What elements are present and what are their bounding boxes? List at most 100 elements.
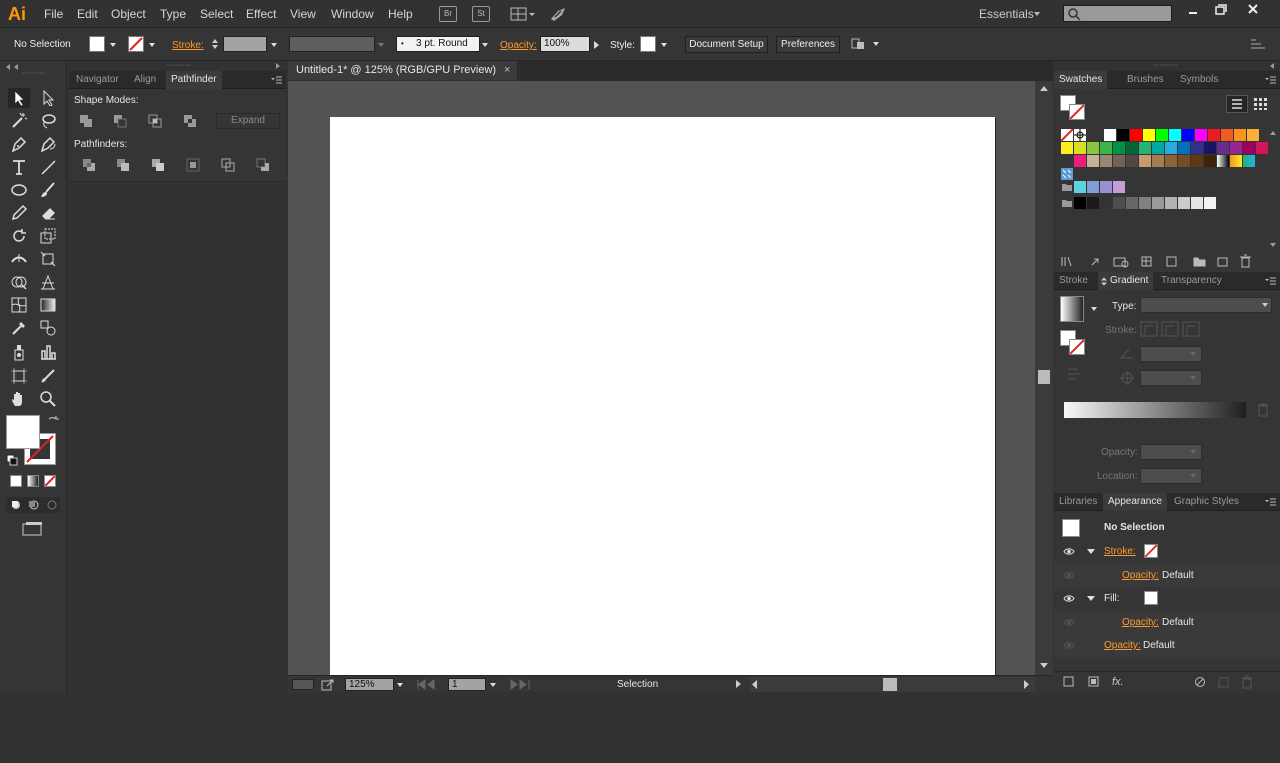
first-prev-artboard-icon[interactable] (416, 679, 446, 690)
swatch[interactable] (1139, 142, 1151, 154)
add-fill-icon[interactable] (1087, 675, 1101, 689)
menu-help[interactable]: Help (388, 7, 413, 21)
eye-icon[interactable] (1063, 547, 1075, 556)
disclosure-triangle-icon[interactable] (1087, 549, 1095, 554)
swatches-scrollbar[interactable] (1268, 129, 1278, 249)
curvature-tool-icon[interactable] (37, 134, 59, 154)
swatch[interactable] (1152, 155, 1164, 167)
eye-icon[interactable] (1063, 594, 1075, 603)
arrange-documents-icon[interactable] (510, 6, 536, 22)
swatch[interactable] (1126, 155, 1138, 167)
swatch[interactable] (1152, 197, 1164, 209)
gpu-performance-icon[interactable] (549, 5, 567, 23)
chevron-down-icon[interactable] (1190, 376, 1196, 380)
swatch[interactable] (1126, 197, 1138, 209)
pen-tool-icon[interactable] (8, 134, 30, 154)
preferences-button[interactable]: Preferences (776, 36, 840, 53)
zoom-field[interactable]: 125% (345, 678, 394, 691)
menu-edit[interactable]: Edit (77, 7, 98, 21)
menu-effect[interactable]: Effect (246, 7, 276, 21)
chevron-down-icon[interactable] (490, 683, 496, 687)
fill-color-front[interactable] (6, 415, 40, 449)
exclude-icon[interactable] (182, 113, 198, 129)
appearance-stroke-row[interactable]: Stroke: (1054, 540, 1280, 563)
chevron-down-icon[interactable] (1190, 450, 1196, 454)
document-tab[interactable]: Untitled-1* @ 125% (RGB/GPU Preview) (288, 61, 518, 80)
blend-tool-icon[interactable] (37, 318, 59, 338)
swatch-gradient[interactable] (1217, 155, 1229, 167)
restore-icon[interactable] (1207, 1, 1233, 19)
outline-icon[interactable] (220, 157, 236, 173)
swatch[interactable] (1230, 142, 1242, 154)
tab-navigator[interactable]: Navigator (71, 71, 124, 89)
artboard[interactable] (330, 117, 995, 675)
menu-view[interactable]: View (290, 7, 316, 21)
swatch[interactable] (1247, 129, 1259, 141)
paintbrush-tool-icon[interactable] (37, 180, 59, 200)
line-segment-tool-icon[interactable] (37, 157, 59, 177)
swatch[interactable] (1191, 142, 1203, 154)
swatch[interactable] (1061, 142, 1073, 154)
appearance-opacity-row[interactable]: Opacity: Default (1054, 634, 1280, 657)
swatch-group-folder-icon[interactable] (1061, 197, 1073, 209)
swatch[interactable] (1117, 129, 1129, 141)
zoom-tool-icon[interactable] (37, 389, 59, 409)
stroke-swatch[interactable] (128, 36, 144, 52)
swatch[interactable] (1104, 129, 1116, 141)
opacity-label[interactable]: Opacity: (500, 40, 537, 51)
tab-pathfinder[interactable]: Pathfinder (166, 71, 222, 89)
swatch[interactable] (1204, 197, 1216, 209)
chevron-down-icon[interactable] (482, 43, 488, 47)
chevron-down-icon[interactable] (1190, 352, 1196, 356)
pencil-tool-icon[interactable] (8, 203, 30, 223)
magic-wand-tool-icon[interactable] (8, 111, 30, 131)
gradient-tool-icon[interactable] (37, 295, 59, 315)
close-icon[interactable] (1240, 1, 1266, 19)
swatch[interactable] (1074, 142, 1086, 154)
next-last-artboard-icon[interactable] (508, 679, 538, 690)
lasso-tool-icon[interactable] (37, 111, 59, 131)
swatch[interactable] (1204, 155, 1216, 167)
appearance-stroke-opacity-row[interactable]: Opacity: Default (1054, 564, 1280, 587)
tab-libraries[interactable]: Libraries (1054, 493, 1102, 511)
color-mode-icon[interactable] (10, 475, 22, 487)
thumbnail-view-icon[interactable] (1250, 95, 1272, 113)
panel-menu-icon[interactable] (270, 76, 282, 84)
gradient-mode-icon[interactable] (27, 475, 39, 487)
swatch[interactable] (1152, 142, 1164, 154)
artboard-tool-icon[interactable] (8, 366, 30, 386)
fill-opacity-label[interactable]: Opacity: (1122, 617, 1159, 628)
merge-icon[interactable] (150, 157, 166, 173)
swatch[interactable] (1087, 181, 1099, 193)
swatch[interactable] (1182, 129, 1194, 141)
gradient-slider[interactable] (1064, 402, 1246, 418)
rotate-tool-icon[interactable] (8, 226, 30, 246)
chevron-down-icon[interactable] (149, 43, 155, 47)
swatch-stroke-preview[interactable] (1069, 104, 1085, 120)
swatch[interactable] (1139, 155, 1151, 167)
swatch[interactable] (1143, 129, 1155, 141)
trim-icon[interactable] (115, 157, 131, 173)
swatch-gradient[interactable] (1230, 155, 1242, 167)
shape-builder-tool-icon[interactable] (8, 272, 30, 292)
gradient-preview[interactable] (1060, 296, 1084, 322)
swatch[interactable] (1113, 155, 1125, 167)
swatch[interactable] (1165, 155, 1177, 167)
vertical-scrollbar[interactable] (1035, 81, 1053, 675)
swatch[interactable] (1256, 142, 1268, 154)
export-icon[interactable] (321, 678, 335, 691)
swatch[interactable] (1113, 181, 1125, 193)
swatch[interactable] (1074, 197, 1086, 209)
swatch[interactable] (1191, 155, 1203, 167)
swatch[interactable] (1139, 197, 1151, 209)
tab-transparency[interactable]: Transparency (1156, 272, 1227, 290)
tab-appearance[interactable]: Appearance (1103, 493, 1167, 511)
swatch-none[interactable] (1061, 129, 1073, 141)
chevron-down-icon[interactable] (1190, 474, 1196, 478)
unite-icon[interactable] (78, 113, 94, 129)
swatch[interactable] (1234, 129, 1246, 141)
swatch-registration[interactable] (1074, 129, 1086, 141)
duplicate-item-icon[interactable] (1217, 675, 1231, 689)
swatch[interactable] (1074, 155, 1086, 167)
swatch[interactable] (1165, 197, 1177, 209)
